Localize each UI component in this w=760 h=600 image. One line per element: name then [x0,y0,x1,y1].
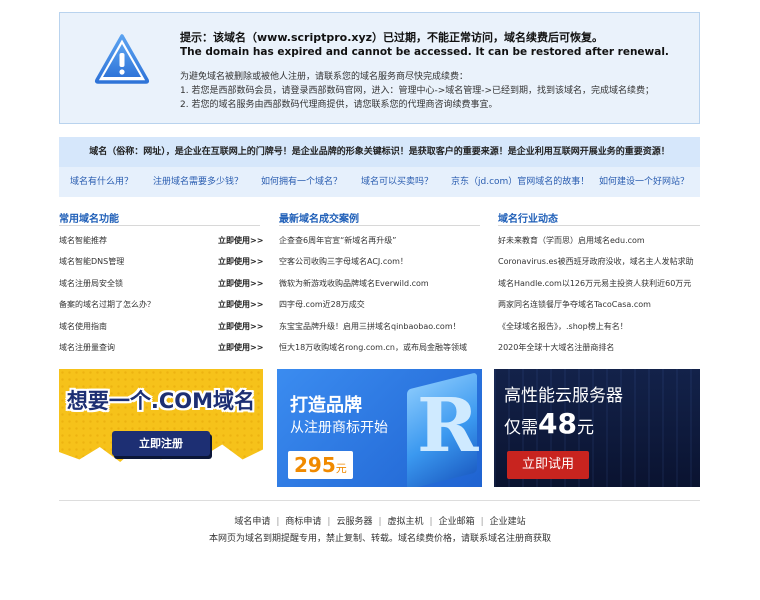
footer-link[interactable]: 域名申请 [234,517,270,527]
expired-notice-panel: 提示：该域名（www.scriptpro.xyz）已过期，不能正常访问，域名续费… [59,12,700,124]
faq-link[interactable]: 域名有什么用？ [70,167,133,197]
cloud-price-unit: 元 [576,418,594,438]
features-title: 常用域名功能 [59,214,119,225]
news-item[interactable]: 两家同名连锁餐厅争夺域名TacoCasa.com [498,299,651,310]
brand-price-unit: 元 [335,462,347,475]
divider [498,225,700,226]
brand-headline: 打造品牌 [290,395,362,416]
domain-slogan: 域名（俗称：网址），是企业在互联网上的门牌号！是企业品牌的形象关键标识！是获取客… [59,137,700,167]
com-domain-banner[interactable]: 想要一个.COM域名 立即注册 [59,369,263,487]
cases-title: 最新域名成交案例 [279,214,359,225]
footer-link[interactable]: 企业建站 [490,517,526,527]
notice-line: 为避免域名被删除或被他人注册，请联系您的域名服务商尽快完成续费： [180,72,469,82]
warning-icon [94,34,150,84]
divider [59,225,260,226]
faq-link[interactable]: 注册域名需要多少钱？ [153,167,243,197]
use-now-link[interactable]: 立即使用>> [218,235,263,246]
use-now-link[interactable]: 立即使用>> [218,321,263,332]
news-item[interactable]: 好未来教育（学而思）启用域名edu.com [498,235,645,246]
use-now-link[interactable]: 立即使用>> [218,256,263,267]
com-headline: 想要一个.COM域名 [66,389,256,413]
feature-item[interactable]: 域名使用指南 [59,321,107,332]
brand-subline: 从注册商标开始 [290,420,388,436]
news-title: 域名行业动态 [498,214,558,225]
footer-link[interactable]: 虚拟主机 [388,517,424,527]
footer-separator: | [429,517,433,527]
cloud-price-prefix: 仅需 [504,418,538,438]
feature-item[interactable]: 备案的域名过期了怎么办？ [59,299,155,310]
footer-links: 域名申请 | 商标申请 | 云服务器 | 虚拟主机 | 企业邮箱 | 企业建站 [0,514,760,527]
footer-link[interactable]: 云服务器 [336,517,372,527]
feature-item[interactable]: 域名智能推荐 [59,235,107,246]
notice-line: 2. 若您的域名服务由西部数码代理商提供，请您联系您的代理商咨询续费事宜。 [180,100,498,110]
case-item[interactable]: 四字母.com近28万成交 [279,299,365,310]
case-item[interactable]: 恒大18万收购域名rong.com.cn，或布局金融等领域 [279,342,467,353]
case-item[interactable]: 空客公司收购三字母域名ACJ.com！ [279,256,408,267]
brand-price-tag: 295元 [288,451,353,479]
footer-separator: | [327,517,331,527]
cloud-price-line: 仅需48元 [504,407,594,440]
footer-link[interactable]: 商标申请 [285,517,321,527]
trademark-banner[interactable]: R 打造品牌 从注册商标开始 295元 [277,369,482,487]
footer-separator: | [480,517,484,527]
notice-english: The domain has expired and cannot be acc… [180,46,669,58]
notice-title: 提示：该域名（www.scriptpro.xyz）已过期，不能正常访问，域名续费… [180,31,604,44]
brand-price: 295 [294,453,336,477]
news-item[interactable]: 域名Handle.com以126万元易主投资人获利近60万元 [498,278,691,289]
cloud-price: 48 [538,407,577,440]
divider [279,225,480,226]
trial-now-button[interactable]: 立即试用 [507,451,589,479]
case-item[interactable]: 微软为新游戏收购品牌域名Everwild.com [279,278,429,289]
feature-item[interactable]: 域名智能DNS管理 [59,256,124,267]
faq-link[interactable]: 如何建设一个好网站？ [599,167,689,197]
news-item[interactable]: 2020年全球十大域名注册商排名 [498,342,614,353]
faq-link[interactable]: 域名可以买卖吗？ [361,167,433,197]
use-now-link[interactable]: 立即使用>> [218,342,263,353]
faq-link[interactable]: 京东（jd.com）官网域名的故事！ [451,167,589,197]
feature-item[interactable]: 域名注册量查询 [59,342,115,353]
copyright-notice: 本网页为域名到期提醒专用，禁止复制、转载。域名续费价格，请联系域名注册商获取 [208,534,551,544]
case-item[interactable]: 企查查6周年官宣“新域名再升级” [279,235,396,246]
faq-bar: 域名有什么用？ 注册域名需要多少钱？ 如何拥有一个域名？ 域名可以买卖吗？ 京东… [59,167,700,197]
use-now-link[interactable]: 立即使用>> [218,278,263,289]
feature-item[interactable]: 域名注册局安全锁 [59,278,123,289]
expired-domain-page: 提示：该域名（www.scriptpro.xyz）已过期，不能正常访问，域名续费… [0,0,760,600]
cloud-server-banner[interactable]: 高性能云服务器 仅需48元 立即试用 [494,369,700,487]
news-item[interactable]: Coronavirus.es被西班牙政府没收，域名主人发帖求助 [498,256,694,267]
use-now-link[interactable]: 立即使用>> [218,299,263,310]
notice-line: 1. 若您是西部数码会员，请登录西部数码官网，进入：管理中心->域名管理->已经… [180,86,655,96]
r-glyph: R [417,383,479,469]
news-item[interactable]: 《全球域名报告》，.shop榜上有名！ [498,321,628,332]
footer-divider [59,500,700,501]
footer-link[interactable]: 企业邮箱 [439,517,475,527]
cloud-headline: 高性能云服务器 [504,386,623,406]
register-now-button[interactable]: 立即注册 [112,431,210,456]
faq-link[interactable]: 如何拥有一个域名？ [261,167,342,197]
footer-separator: | [378,517,382,527]
footer-separator: | [276,517,280,527]
case-item[interactable]: 东宝宝品牌升级！启用三拼域名qinbaobao.com！ [279,321,461,332]
